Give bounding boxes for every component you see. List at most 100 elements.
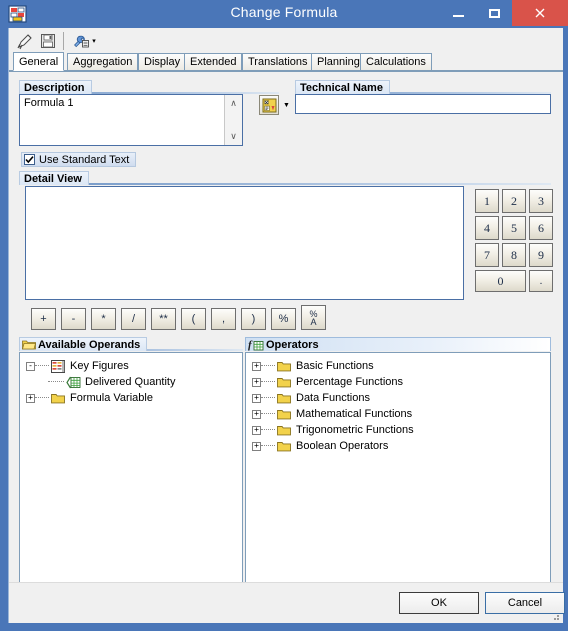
operator-percent-a[interactable]: % A <box>301 305 326 330</box>
technical-name-group-label: Technical Name <box>295 80 390 94</box>
tree-item-label: Boolean Operators <box>296 440 389 452</box>
tree-connector <box>48 381 64 383</box>
tree-connector <box>261 429 275 431</box>
save-icon[interactable] <box>37 31 59 51</box>
description-group-header: Description <box>19 80 279 94</box>
folder-icon <box>50 391 66 405</box>
minimize-button[interactable] <box>440 0 476 26</box>
keypad-7[interactable]: 7 <box>475 243 499 267</box>
tree-item-label: Key Figures <box>70 360 129 372</box>
tab-extended[interactable]: Extended <box>184 53 243 70</box>
tools-icon[interactable]: ▾ <box>69 31 99 51</box>
tree-item-boolean-operators[interactable]: + Boolean Operators <box>252 438 550 454</box>
expander-expand-icon[interactable]: + <box>252 377 261 387</box>
tree-item-key-figures[interactable]: - Key Figures <box>26 358 242 374</box>
available-operands-tree[interactable]: - Key Figures Delivered Quantity + Formu… <box>19 352 243 602</box>
tab-calculations[interactable]: Calculations <box>360 53 432 70</box>
checkbox-box[interactable] <box>24 154 35 165</box>
toolbar: ▾ <box>9 28 563 53</box>
tree-item-percentage-functions[interactable]: + Percentage Functions <box>252 374 550 390</box>
close-button[interactable] <box>512 0 568 26</box>
tree-item-data-functions[interactable]: + Data Functions <box>252 390 550 406</box>
tab-display[interactable]: Display <box>138 53 187 70</box>
tree-connector <box>261 397 275 399</box>
expander-expand-icon[interactable]: + <box>252 393 261 403</box>
resize-grip[interactable] <box>549 610 561 622</box>
tree-item-mathematical-functions[interactable]: + Mathematical Functions <box>252 406 550 422</box>
tab-translations[interactable]: Translations <box>242 53 314 70</box>
operator-power[interactable]: ** <box>151 308 176 330</box>
toolbar-separator <box>63 32 64 50</box>
maximize-button[interactable] <box>476 0 512 26</box>
folder-icon <box>276 391 292 405</box>
operator-comma[interactable]: , <box>211 308 236 330</box>
scroll-up-icon[interactable]: ∧ <box>225 95 242 112</box>
keypad-8[interactable]: 8 <box>502 243 526 267</box>
operator-plus[interactable]: + <box>31 308 56 330</box>
operators-tree[interactable]: + Basic Functions + Percentage Functions… <box>245 352 551 602</box>
technical-name-group-header: Technical Name <box>295 80 551 94</box>
operator-divide[interactable]: / <box>121 308 146 330</box>
operator-close-paren[interactable]: ) <box>241 308 266 330</box>
tree-item-delivered-quantity[interactable]: Delivered Quantity <box>26 374 242 390</box>
change-formula-dialog: Change Formula ▾ General Aggregation Dis… <box>0 0 568 631</box>
keypad-3[interactable]: 3 <box>529 189 553 213</box>
tab-general[interactable]: General <box>13 52 65 71</box>
tree-item-label: Data Functions <box>296 392 370 404</box>
key-figure-item-icon <box>65 375 81 389</box>
folder-icon <box>276 359 292 373</box>
formula-editor[interactable] <box>25 186 464 300</box>
description-group-label: Description <box>19 80 92 94</box>
svg-text:f: f <box>248 339 253 351</box>
available-operands-group-header: Available Operands <box>19 337 243 351</box>
expander-collapse-icon[interactable]: - <box>26 361 35 371</box>
tab-planning[interactable]: Planning <box>311 53 366 70</box>
use-standard-text-checkbox[interactable]: Use Standard Text <box>21 152 137 167</box>
keypad-5[interactable]: 5 <box>502 216 526 240</box>
description-input[interactable]: Formula 1 ∧ ∨ <box>19 94 243 146</box>
description-dropdown-arrow[interactable]: ▼ <box>281 95 292 115</box>
edit-icon[interactable] <box>13 31 35 51</box>
expander-expand-icon[interactable]: + <box>252 409 261 419</box>
folder-icon <box>276 375 292 389</box>
operator-minus[interactable]: - <box>61 308 86 330</box>
tools-dropdown-arrow[interactable]: ▾ <box>92 37 96 45</box>
operator-open-paren[interactable]: ( <box>181 308 206 330</box>
tab-aggregation[interactable]: Aggregation <box>67 53 139 70</box>
expander-expand-icon[interactable]: + <box>252 361 261 371</box>
expander-expand-icon[interactable]: + <box>252 425 261 435</box>
text-variable-icon[interactable] <box>259 95 279 115</box>
folder-icon <box>276 439 292 453</box>
technical-name-input[interactable] <box>295 94 551 114</box>
description-scrollbar[interactable]: ∧ ∨ <box>224 95 242 145</box>
keypad-2[interactable]: 2 <box>502 189 526 213</box>
keypad-6[interactable]: 6 <box>529 216 553 240</box>
folder-icon <box>276 423 292 437</box>
expander-expand-icon[interactable]: + <box>26 393 35 403</box>
tree-item-label: Formula Variable <box>70 392 153 404</box>
available-operands-group-label: Available Operands <box>19 337 148 353</box>
operator-percent[interactable]: % <box>271 308 296 330</box>
operators-group-label: f Operators <box>245 337 551 351</box>
keypad-1[interactable]: 1 <box>475 189 499 213</box>
open-folder-icon <box>21 339 37 353</box>
tree-item-trigonometric-functions[interactable]: + Trigonometric Functions <box>252 422 550 438</box>
tree-item-label: Percentage Functions <box>296 376 404 388</box>
ok-button[interactable]: OK <box>399 592 479 614</box>
keypad-9[interactable]: 9 <box>529 243 553 267</box>
tree-connector <box>261 381 275 383</box>
detail-view-group-label: Detail View <box>19 171 89 185</box>
tree-item-basic-functions[interactable]: + Basic Functions <box>252 358 550 374</box>
keypad-decimal[interactable]: . <box>529 270 553 292</box>
expander-expand-icon[interactable]: + <box>252 441 261 451</box>
available-operands-text: Available Operands <box>38 338 141 351</box>
keypad-0[interactable]: 0 <box>475 270 526 292</box>
dialog-client-area: ▾ General Aggregation Display Extended T… <box>8 28 565 623</box>
tree-item-formula-variable[interactable]: + Formula Variable <box>26 390 242 406</box>
keypad-4[interactable]: 4 <box>475 216 499 240</box>
operator-multiply[interactable]: * <box>91 308 116 330</box>
title-bar: Change Formula <box>0 0 568 28</box>
tree-connector <box>261 365 275 367</box>
scroll-down-icon[interactable]: ∨ <box>225 128 242 145</box>
tree-connector <box>261 445 275 447</box>
